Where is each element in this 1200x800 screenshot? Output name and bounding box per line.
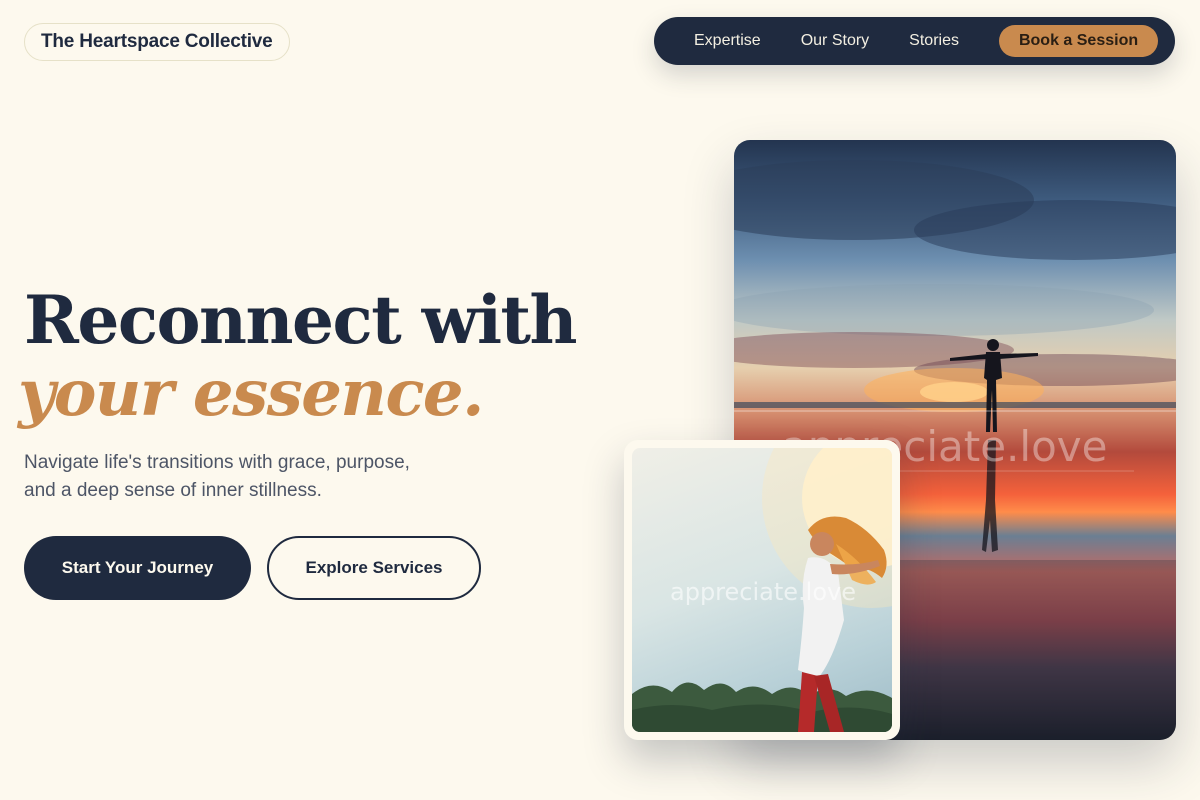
subtitle-line-1: Navigate life's transitions with grace, … — [24, 452, 410, 473]
subtitle-line-2: and a deep sense of inner stillness. — [24, 480, 322, 501]
nav-link-stories[interactable]: Stories — [909, 32, 959, 50]
watermark-small: appreciate.love — [670, 578, 856, 606]
hero-headline: Reconnect with your essence. — [18, 281, 578, 430]
start-journey-button[interactable]: Start Your Journey — [24, 536, 251, 600]
brand-name: The Heartspace Collective — [41, 31, 273, 52]
headline-line-2: your essence. — [18, 356, 484, 431]
main-nav: Expertise Our Story Stories Book a Sessi… — [654, 17, 1175, 65]
nav-link-expertise[interactable]: Expertise — [694, 32, 761, 50]
brand-logo[interactable]: The Heartspace Collective — [24, 23, 290, 61]
photo-card-dancer: appreciate.love — [624, 440, 900, 740]
headline-line-1: Reconnect with — [24, 281, 578, 359]
nav-link-our-story[interactable]: Our Story — [801, 32, 869, 50]
dancer-photo: appreciate.love — [632, 448, 892, 732]
explore-services-button[interactable]: Explore Services — [267, 536, 481, 600]
book-session-button[interactable]: Book a Session — [998, 25, 1159, 57]
page: The Heartspace Collective Expertise Our … — [0, 0, 1200, 800]
hero-subtitle: Navigate life's transitions with grace, … — [24, 449, 494, 505]
